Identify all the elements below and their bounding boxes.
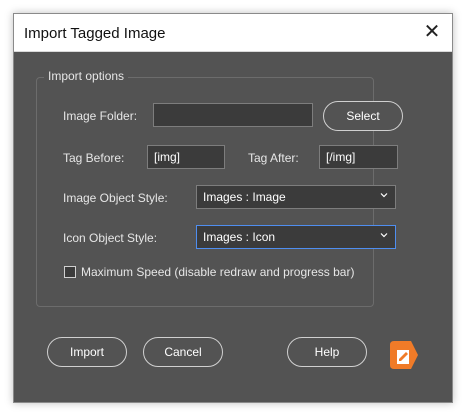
icon-object-style-label: Icon Object Style:	[63, 231, 158, 245]
icon-object-style-select[interactable]: Images : Icon	[196, 225, 396, 249]
tag-after-input[interactable]: [/img]	[319, 145, 398, 169]
image-object-style-value: Images : Image	[203, 190, 286, 204]
import-options-legend: Import options	[44, 69, 129, 83]
chevron-down-icon	[380, 193, 388, 198]
image-object-style-select[interactable]: Images : Image	[196, 185, 396, 209]
close-icon[interactable]: ✕	[422, 22, 442, 42]
dialog-title: Import Tagged Image	[24, 25, 166, 42]
image-object-style-label: Image Object Style:	[63, 191, 168, 205]
image-folder-input[interactable]	[153, 103, 313, 127]
import-tagged-image-dialog: Import Tagged Image ✕ Import options Ima…	[13, 13, 453, 403]
import-button[interactable]: Import	[47, 337, 127, 367]
app-logo-icon	[390, 341, 418, 369]
tag-before-input[interactable]: [img]	[147, 145, 225, 169]
image-folder-label: Image Folder:	[63, 109, 138, 123]
tag-after-label: Tag After:	[248, 151, 299, 165]
help-button[interactable]: Help	[287, 337, 367, 367]
cancel-button[interactable]: Cancel	[143, 337, 223, 367]
select-folder-button[interactable]: Select	[323, 101, 403, 131]
tag-before-label: Tag Before:	[63, 151, 125, 165]
chevron-down-icon	[380, 233, 388, 238]
maximum-speed-checkbox[interactable]	[64, 266, 76, 278]
icon-object-style-value: Images : Icon	[203, 230, 276, 244]
maximum-speed-label: Maximum Speed (disable redraw and progre…	[81, 265, 355, 279]
title-bar: Import Tagged Image ✕	[14, 14, 452, 52]
